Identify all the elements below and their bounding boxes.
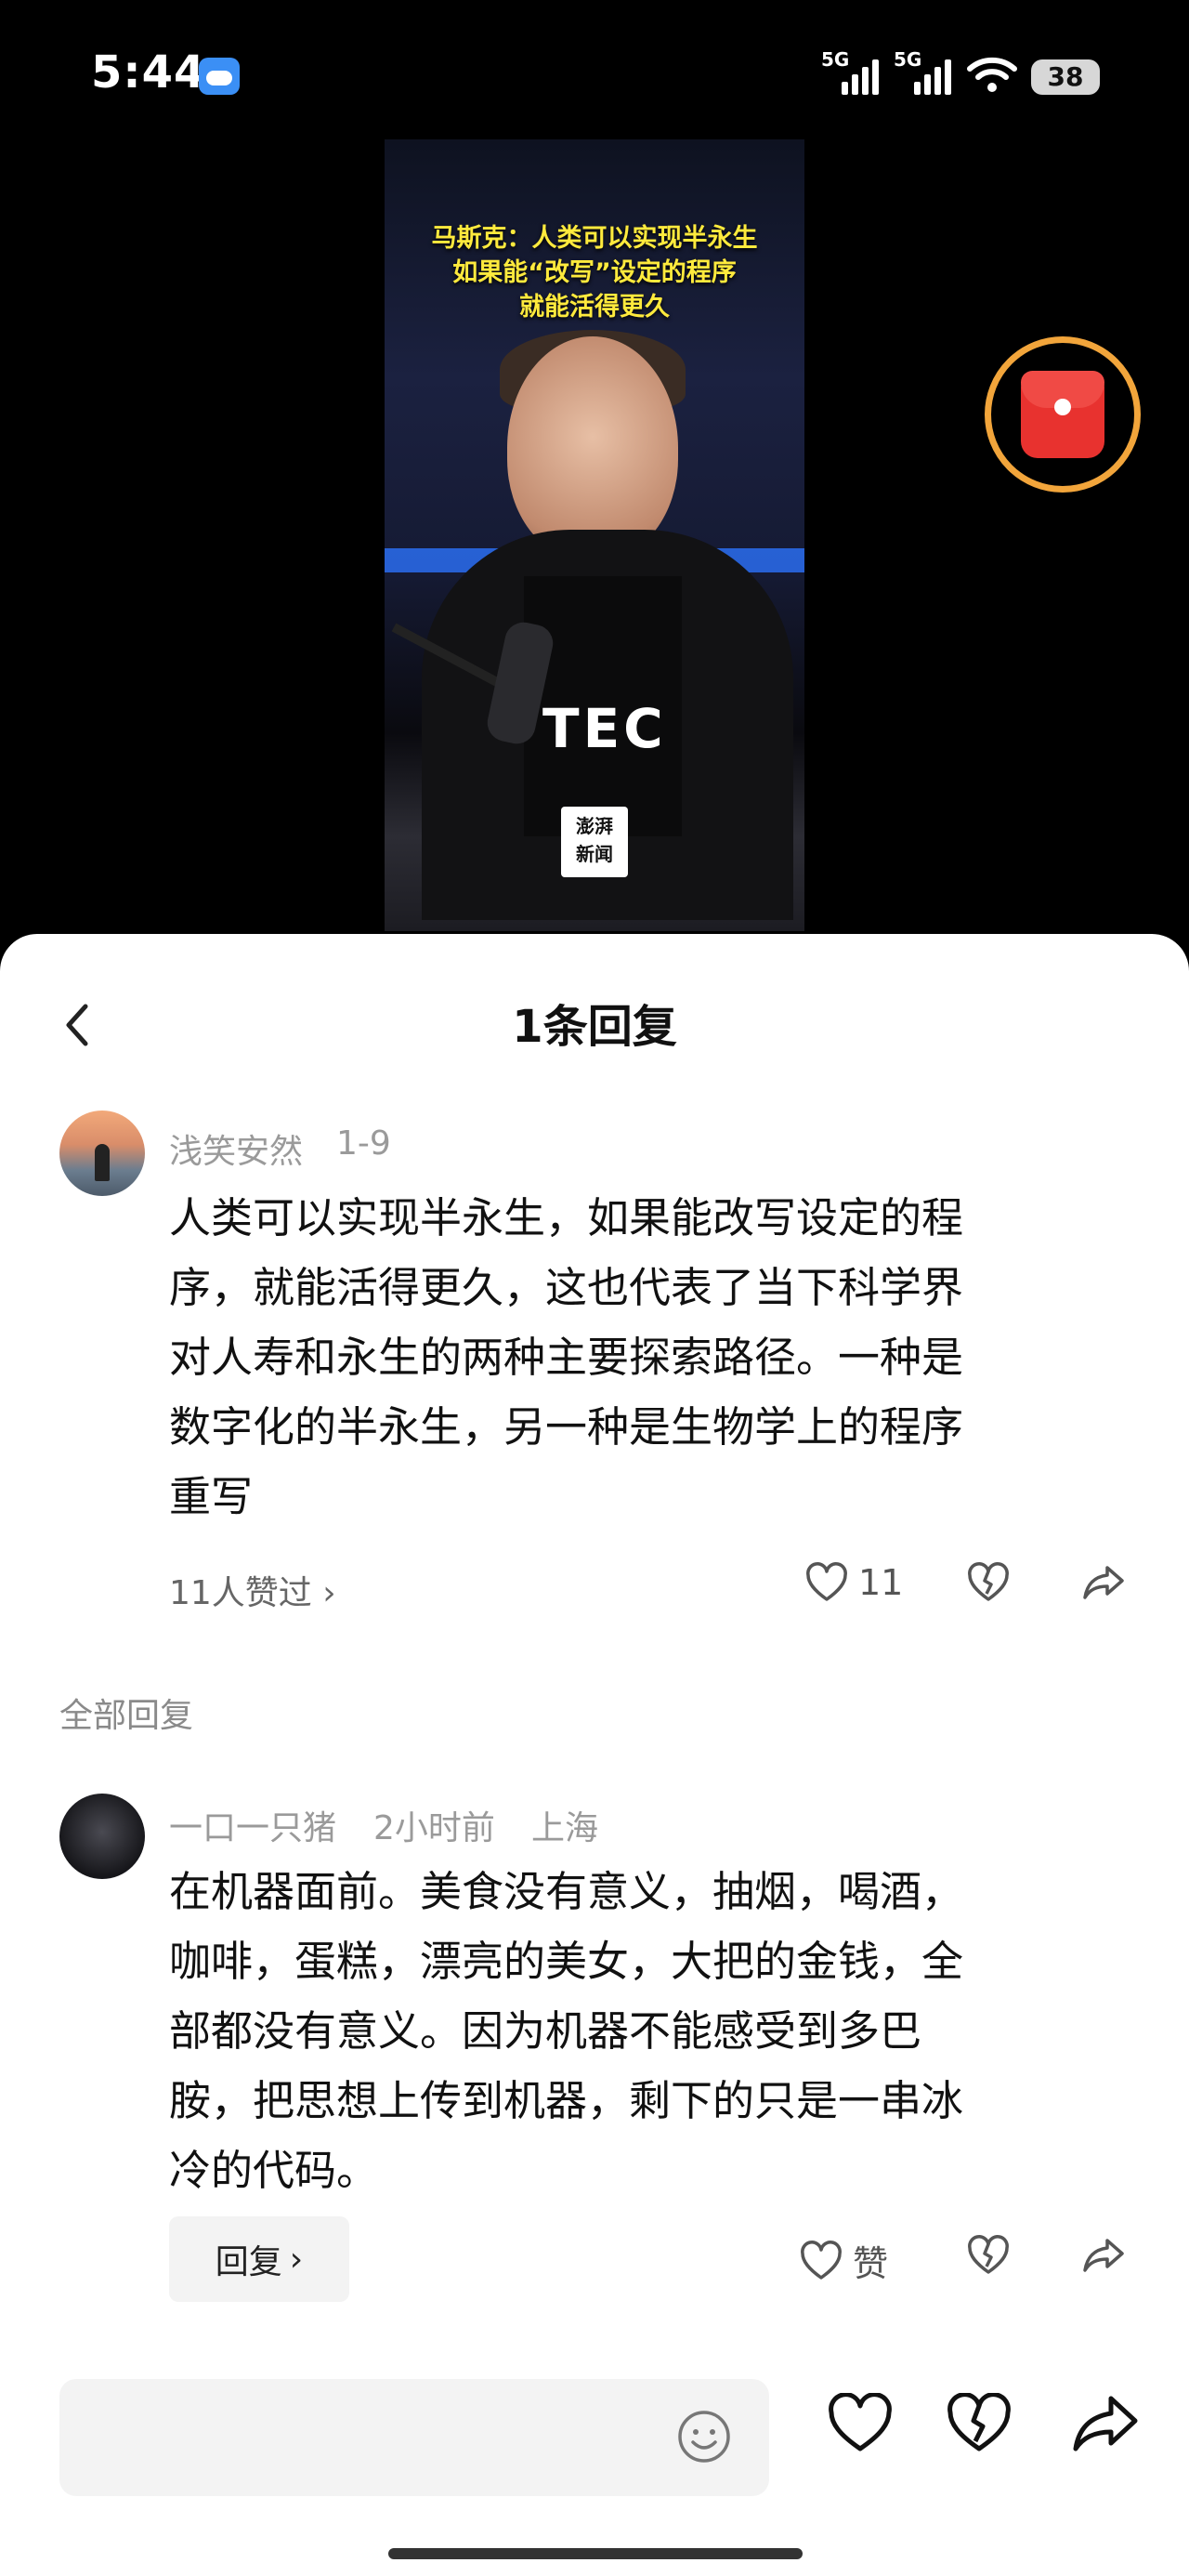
reply-button[interactable]: 回复 ›	[169, 2216, 349, 2302]
reply-share-button[interactable]	[1081, 2235, 1126, 2276]
avatar[interactable]	[59, 1794, 145, 1879]
comment-text: 人类可以实现半永生，如果能改写设定的程 序，就能活得更久，这也代表了当下科学界 …	[169, 1183, 1117, 1531]
reply-dislike-button[interactable]	[966, 2235, 1011, 2276]
comment-line: 咖啡，蛋糕，漂亮的美女，大把的金钱，全	[169, 1937, 964, 1986]
comment-line: 重写	[169, 1472, 254, 1521]
broken-heart-icon	[968, 2235, 1009, 2274]
share-button[interactable]	[1081, 1562, 1126, 1603]
heart-icon[interactable]	[827, 2393, 894, 2454]
logo-line: 新闻	[576, 843, 613, 865]
comment-line: 部都没有意义。因为机器不能感受到多巴	[169, 2006, 922, 2056]
caption-line: 马斯克：人类可以实现半永生	[431, 224, 758, 253]
reply-input[interactable]	[59, 2379, 769, 2496]
comment-line: 在机器面前。美食没有意义，抽烟，喝酒，	[169, 1867, 964, 1916]
heart-icon	[806, 1562, 847, 1601]
likes-summary-label: 11人赞过	[169, 1574, 312, 1612]
weather-icon	[199, 58, 240, 95]
reply-button-label: 回复	[215, 2243, 282, 2281]
caption-line: 如果能“改写”设定的程序	[452, 258, 737, 287]
home-indicator[interactable]	[388, 2548, 803, 2559]
status-bar: 5:44 5G 5G 38	[0, 0, 1189, 149]
like-count: 11	[858, 1562, 904, 1603]
battery-icon: 38	[1031, 59, 1100, 95]
comment-line: 数字化的半永生，另一种是生物学上的程序	[169, 1402, 964, 1452]
chevron-right-icon: ›	[322, 1574, 336, 1612]
share-icon	[1083, 2239, 1124, 2272]
video-caption: 马斯克：人类可以实现半永生 如果能“改写”设定的程序 就能活得更久	[385, 221, 804, 324]
status-time: 5:44	[91, 46, 206, 99]
comment-line: 序，就能活得更久，这也代表了当下科学界	[169, 1263, 964, 1312]
reply-like-button[interactable]: 赞	[799, 2235, 888, 2286]
share-icon[interactable]	[1070, 2393, 1141, 2454]
source-logo: 澎湃 新闻	[561, 807, 628, 877]
video-frame-text: TEC	[542, 697, 667, 760]
broken-heart-icon[interactable]	[946, 2393, 1013, 2454]
reply-location: 上海	[531, 1809, 599, 1847]
comment-line: 对人寿和永生的两种主要探索路径。一种是	[169, 1333, 964, 1382]
comment-date: 1-9	[336, 1124, 391, 1163]
like-button[interactable]: 11	[804, 1562, 903, 1603]
replies-sheet: 1条回复 浅笑安然 1-9 人类可以实现半永生，如果能改写设定的程 序，就能活得…	[0, 934, 1189, 2576]
red-envelope-icon	[1021, 371, 1104, 458]
likes-summary-link[interactable]: 11人赞过 ›	[169, 1566, 336, 1614]
broken-heart-icon	[968, 1562, 1009, 1601]
share-icon	[1083, 1566, 1124, 1599]
reply-time: 2小时前	[373, 1809, 495, 1847]
avatar[interactable]	[59, 1111, 145, 1196]
video-frame-detail	[507, 336, 678, 559]
reply-author[interactable]: 一口一只猪	[169, 1801, 336, 1849]
video-player[interactable]: TEC 马斯克：人类可以实现半永生 如果能“改写”设定的程序 就能活得更久 澎湃…	[385, 139, 804, 931]
comment-line: 冷的代码。	[169, 2146, 379, 2195]
section-all-replies: 全部回复	[59, 1697, 194, 1735]
chevron-right-icon: ›	[289, 2240, 304, 2279]
comment-line: 胺，把思想上传到机器，剩下的只是一串冰	[169, 2076, 964, 2125]
wifi-icon	[967, 57, 1017, 92]
caption-line: 就能活得更久	[519, 293, 670, 322]
heart-icon	[801, 2240, 842, 2280]
reply-text: 在机器面前。美食没有意义，抽烟，喝酒， 咖啡，蛋糕，漂亮的美女，大把的金钱，全 …	[169, 1857, 1117, 2205]
logo-line: 澎湃	[576, 815, 613, 837]
comment-author[interactable]: 浅笑安然	[169, 1124, 303, 1173]
emoji-icon[interactable]	[676, 2409, 732, 2464]
comment-line: 人类可以实现半永生，如果能改写设定的程	[169, 1193, 964, 1242]
dislike-button[interactable]	[966, 1562, 1011, 1603]
red-packet-button[interactable]	[985, 336, 1141, 493]
like-label: 赞	[853, 2243, 889, 2284]
sheet-title: 1条回复	[512, 1001, 677, 1053]
